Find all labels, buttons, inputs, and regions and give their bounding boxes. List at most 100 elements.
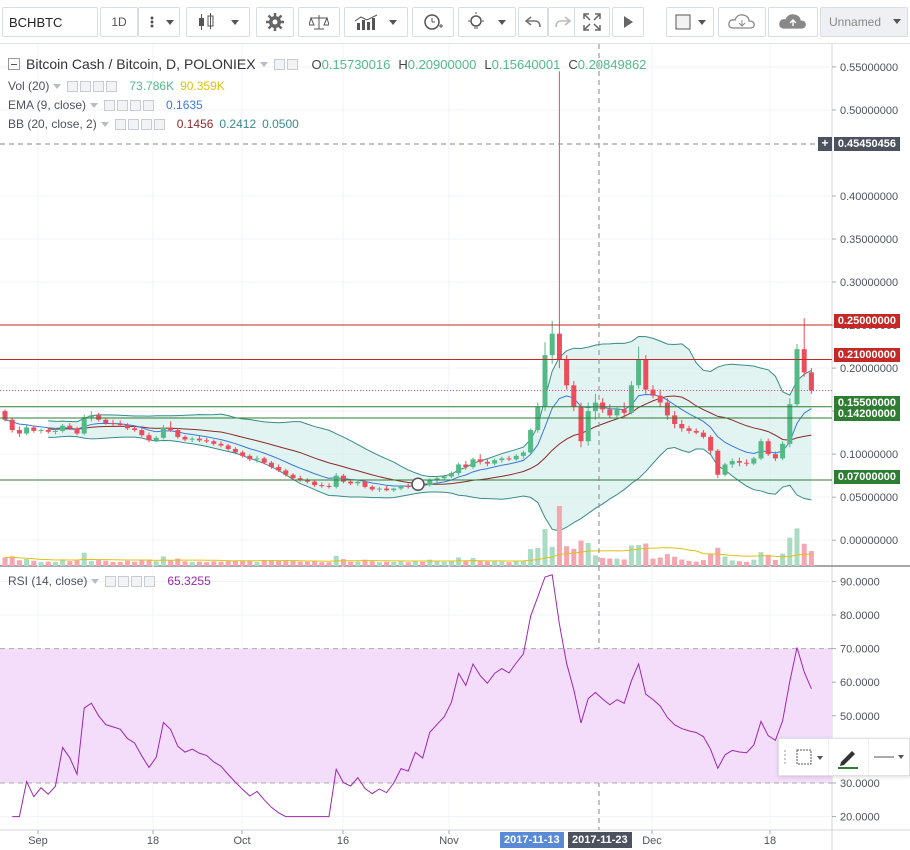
volume-bar	[348, 561, 354, 566]
close-key: C	[568, 56, 578, 72]
candle-body	[355, 481, 361, 484]
cloud-upload-icon	[779, 14, 806, 29]
add-icon[interactable]	[140, 118, 152, 130]
series-buttons[interactable]	[273, 58, 298, 70]
vol-buttons[interactable]	[67, 80, 118, 92]
settings-small-icon[interactable]	[118, 575, 130, 587]
add-alert-plus-icon[interactable]: +	[818, 137, 832, 151]
eye-icon[interactable]	[114, 118, 126, 130]
bb-legend[interactable]: BB (20, close, 2) 0.1456 0.2412 0.0500	[8, 117, 299, 131]
top-toolbar: BCHBTC 1D Unnamed	[0, 0, 910, 44]
close-icon[interactable]	[106, 80, 118, 92]
candle-body	[772, 454, 778, 459]
candle-body	[621, 409, 627, 413]
replay-ideas-button[interactable]	[458, 7, 516, 37]
settings-small-icon[interactable]	[80, 80, 92, 92]
rsi-menu-icon[interactable]	[91, 578, 100, 584]
volume-bar	[556, 506, 562, 566]
volume-bar	[528, 549, 534, 566]
settings-small-icon[interactable]	[127, 118, 139, 130]
symbol-text: BCHBTC	[9, 14, 63, 30]
ema-value: 0.1635	[166, 98, 203, 112]
close-icon[interactable]	[144, 575, 156, 587]
eye-icon[interactable]	[105, 575, 117, 587]
time-axis-label: Oct	[233, 835, 250, 847]
settings-button[interactable]	[256, 7, 294, 37]
template-button[interactable]	[791, 739, 828, 775]
vol-legend[interactable]: Vol (20) 73.786K 90.359K	[8, 79, 225, 93]
candle-body	[290, 474, 296, 479]
drag-handle-icon[interactable]	[779, 739, 791, 775]
eye-icon[interactable]	[67, 80, 79, 92]
undo-button[interactable]	[518, 7, 548, 37]
candle-body	[808, 372, 814, 391]
fullscreen-button[interactable]	[574, 7, 610, 37]
line-color-button[interactable]	[828, 739, 867, 775]
collapse-legend-icon[interactable]	[8, 58, 20, 70]
candle-body	[448, 473, 454, 477]
bb-menu-icon[interactable]	[100, 121, 109, 127]
candle-body	[441, 476, 447, 479]
drawing-properties-widget[interactable]	[778, 738, 910, 776]
add-icon[interactable]	[130, 99, 142, 111]
ema-menu-icon[interactable]	[90, 102, 99, 108]
settings-small-icon[interactable]	[286, 58, 298, 70]
compare-button[interactable]	[298, 7, 340, 37]
chart-style-button[interactable]	[186, 7, 250, 37]
volume-bar	[441, 561, 447, 566]
candle-body	[67, 425, 73, 429]
symbol-search-input[interactable]: BCHBTC	[2, 7, 98, 37]
alert-button[interactable]	[412, 7, 454, 37]
ema-legend[interactable]: EMA (9, close) 0.1635	[8, 98, 203, 112]
price-axis-label: 0.35000000	[840, 234, 898, 246]
more-intervals-button[interactable]	[138, 7, 180, 37]
candle-body	[484, 461, 490, 464]
volume-bar	[621, 559, 627, 566]
candle-body	[117, 424, 123, 426]
close-icon[interactable]	[143, 99, 155, 111]
chart-canvas[interactable]: 0.55000000 0.50000000 0.40000000 0.35000000…	[0, 44, 910, 850]
candle-body	[60, 425, 66, 431]
volume-bar	[772, 559, 778, 566]
candle-body	[348, 481, 354, 484]
interval-button[interactable]: 1D	[100, 7, 138, 37]
redo-icon	[555, 16, 571, 28]
indicators-button[interactable]	[344, 7, 408, 37]
volume-bar	[52, 562, 58, 566]
eye-icon[interactable]	[273, 58, 285, 70]
volume-bar	[600, 557, 606, 566]
eye-icon[interactable]	[104, 99, 116, 111]
line-style-button[interactable]	[867, 739, 909, 775]
settings-small-icon[interactable]	[117, 99, 129, 111]
chart-area[interactable]: 0.55000000 0.50000000 0.40000000 0.35000000…	[0, 44, 910, 850]
candle-body	[628, 385, 634, 413]
volume-bar	[304, 561, 310, 566]
rsi-legend[interactable]: RSI (14, close) 65.3255	[8, 574, 211, 588]
alert-clock-icon	[424, 14, 443, 30]
volume-bar	[319, 562, 325, 566]
candle-body	[146, 435, 152, 441]
play-button[interactable]	[612, 7, 644, 37]
high-key: H	[398, 56, 408, 72]
load-layout-button[interactable]	[718, 7, 766, 37]
drawing-toolbar-button[interactable]	[666, 7, 714, 37]
layout-name-button[interactable]: Unnamed	[820, 7, 908, 37]
volume-bar	[240, 560, 246, 566]
add-icon[interactable]	[131, 575, 143, 587]
volume-bar	[744, 561, 750, 566]
series-menu-icon[interactable]	[259, 61, 268, 67]
ema-buttons[interactable]	[104, 99, 155, 111]
vol-menu-icon[interactable]	[53, 83, 62, 89]
candle-body	[182, 436, 188, 440]
candle-body	[571, 385, 577, 407]
rsi-buttons[interactable]	[105, 575, 156, 587]
close-icon[interactable]	[153, 118, 165, 130]
time-axis-label: Sep	[28, 835, 48, 847]
volume-bar	[182, 561, 188, 566]
volume-bar	[484, 561, 490, 566]
bb-buttons[interactable]	[114, 118, 165, 130]
add-icon[interactable]	[93, 80, 105, 92]
save-layout-button[interactable]	[768, 7, 818, 37]
volume-bar	[124, 560, 130, 566]
candle-body	[736, 461, 742, 463]
